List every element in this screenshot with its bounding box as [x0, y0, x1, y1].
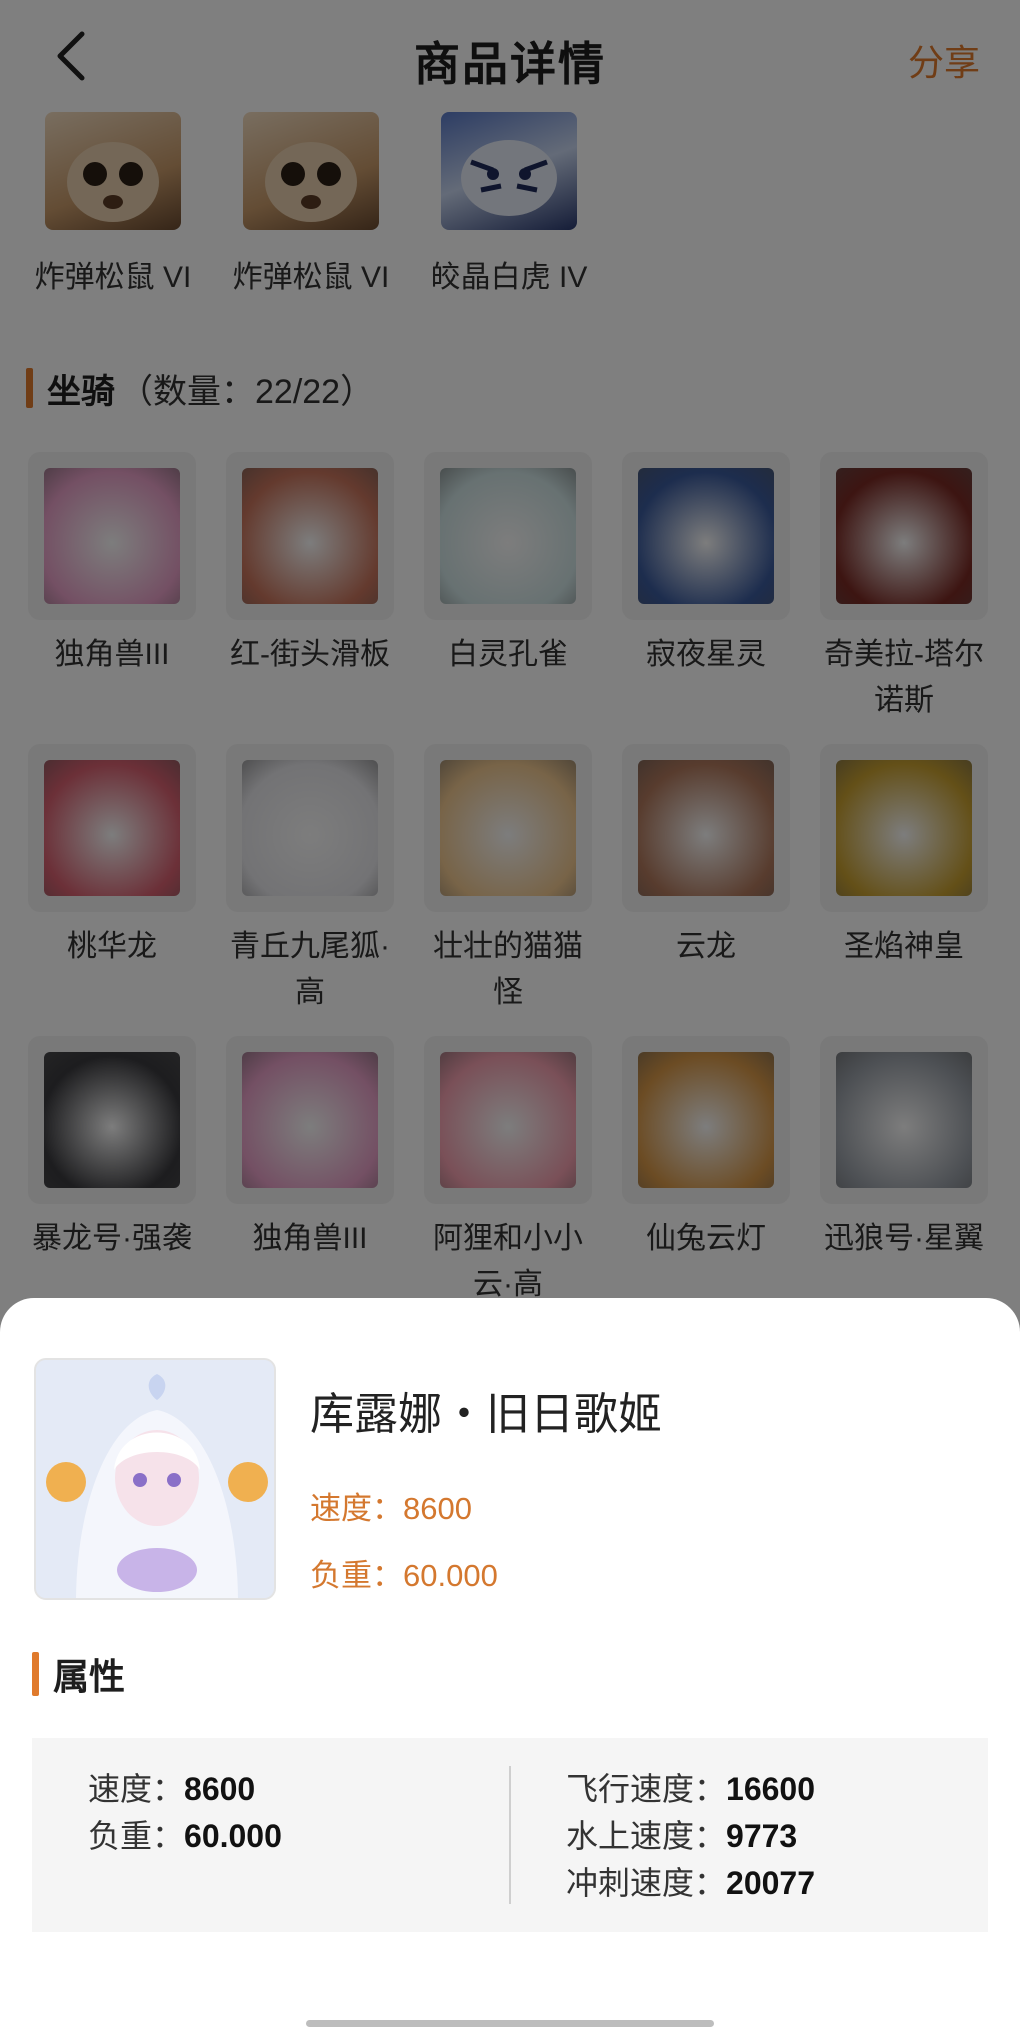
attributes-section-header: 属性	[32, 1648, 125, 1700]
attributes-right-column: 飞行速度：16600 水上速度：9773 冲刺速度：20077	[566, 1766, 815, 1907]
attributes-left-column: 速度：8600 负重：60.000	[88, 1766, 282, 1860]
mount-load: 负重：60.000	[310, 1558, 498, 1593]
attribute-row: 负重：60.000	[88, 1818, 282, 1854]
attribute-row: 飞行速度：16600	[566, 1771, 815, 1807]
attributes-title: 属性	[53, 1656, 126, 1697]
mount-speed: 速度：8600	[310, 1491, 472, 1526]
attribute-row: 冲刺速度：20077	[566, 1865, 815, 1901]
section-accent-bar	[32, 1652, 39, 1696]
attributes-panel: 速度：8600 负重：60.000 飞行速度：16600 水上速度：9773 冲…	[32, 1738, 988, 1932]
mount-name: 库露娜・旧日歌姬	[310, 1390, 662, 1439]
attribute-row: 速度：8600	[88, 1771, 256, 1807]
mount-portrait	[34, 1358, 276, 1600]
home-indicator	[306, 2020, 714, 2027]
mount-detail-sheet: 库露娜・旧日歌姬 速度：8600 负重：60.000 属性 速度：8600 负重…	[0, 1298, 1020, 2032]
column-divider	[509, 1766, 511, 1904]
attribute-row: 水上速度：9773	[566, 1818, 798, 1854]
character-portrait-icon	[36, 1360, 274, 1598]
